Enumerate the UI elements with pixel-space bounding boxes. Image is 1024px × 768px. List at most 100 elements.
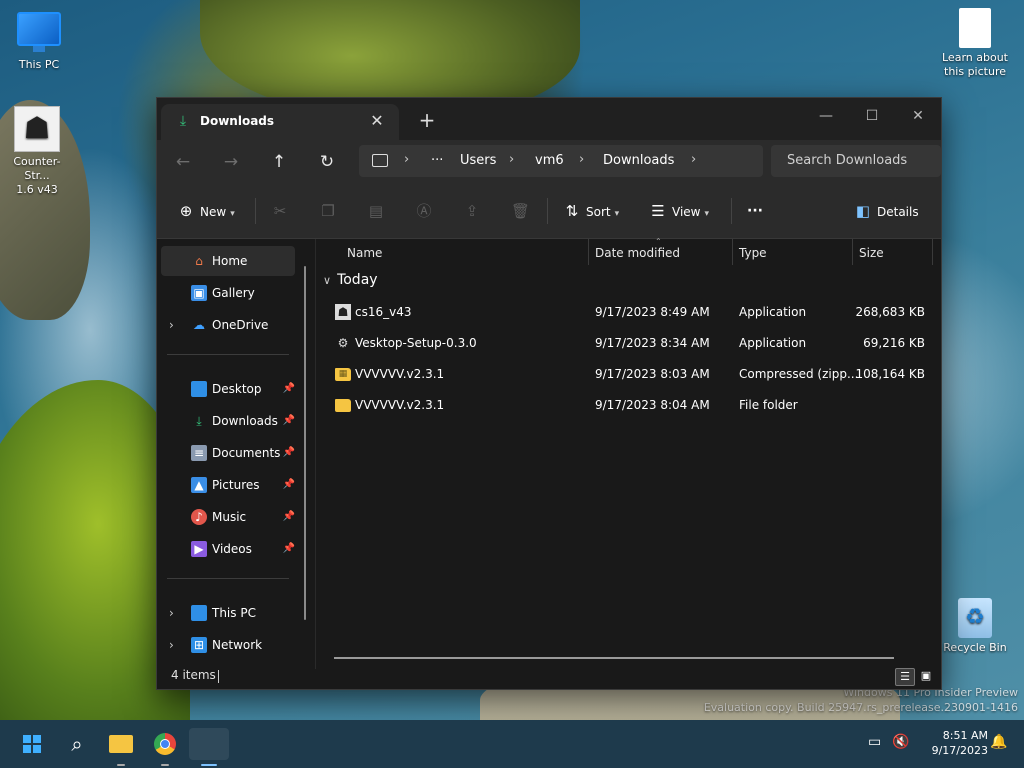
chevron-right-icon[interactable]: › <box>691 152 696 167</box>
sidebar-item-this-pc[interactable]: › This PC <box>161 598 295 628</box>
rename-button[interactable]: Ⓐ <box>415 198 438 224</box>
cut-button[interactable]: ✂ <box>271 198 294 224</box>
chevron-right-icon[interactable]: › <box>404 152 409 167</box>
sidebar-item-label: Home <box>212 254 248 268</box>
chevron-down-icon: ▾ <box>614 209 620 219</box>
desktop-icon-recycle-bin[interactable]: ♻ Recycle Bin <box>940 598 1010 655</box>
column-divider[interactable] <box>932 239 933 265</box>
chrome-taskbar-button[interactable] <box>145 728 185 766</box>
chevron-right-icon[interactable]: › <box>579 152 584 167</box>
pane-divider[interactable] <box>315 239 316 669</box>
file-name: VVVVVV.v2.3.1 <box>355 367 445 381</box>
desktop-folder-icon <box>191 381 207 397</box>
active-indicator <box>201 764 217 766</box>
sort-icon: ⇅ <box>565 202 579 220</box>
title-bar[interactable]: ⤓ Downloads ✕ + — ☐ ✕ <box>157 98 941 140</box>
notifications-icon[interactable]: 🔔 <box>990 734 1007 750</box>
active-app-taskbar-button[interactable] <box>189 728 229 766</box>
file-name: cs16_v43 <box>355 305 412 319</box>
column-divider[interactable] <box>588 239 589 265</box>
start-button[interactable] <box>12 728 52 760</box>
refresh-icon[interactable]: ↻ <box>313 149 341 175</box>
desktop-icon-learn-about-picture[interactable]: Learn about this picture <box>940 8 1010 79</box>
file-row[interactable]: ▦ VVVVVV.v2.3.1 9/17/2023 8:03 AM Compre… <box>327 359 935 389</box>
sidebar-item-home[interactable]: ⌂ Home <box>161 246 295 276</box>
minimize-button[interactable]: — <box>803 104 849 128</box>
more-options-button[interactable]: ··· <box>747 198 763 224</box>
tiles-view-icon[interactable]: ▣ <box>917 668 935 684</box>
sidebar-item-desktop[interactable]: Desktop 📌 <box>161 374 295 404</box>
new-label: New <box>200 205 227 219</box>
address-bar[interactable]: › ··· Users › vm6 › Downloads › <box>359 145 763 177</box>
file-row[interactable]: VVVVVV.v2.3.1 9/17/2023 8:04 AM File fol… <box>327 390 935 420</box>
search-box[interactable]: Search Downloads <box>771 145 941 177</box>
breadcrumb-downloads[interactable]: Downloads <box>603 153 674 168</box>
desktop-icon-this-pc[interactable]: This PC <box>4 12 74 72</box>
breadcrumb-users[interactable]: Users <box>460 153 496 168</box>
file-explorer-taskbar-button[interactable] <box>101 728 141 766</box>
watermark-line: Evaluation copy. Build 25947.rs_prerelea… <box>703 701 1018 714</box>
command-bar: ⊕ New ▾ ✂ ❐ ▤ Ⓐ ⇪ 🗑 ⇅ Sort ▾ ☰ View ▾ ··· ◧ Det… <box>157 184 941 239</box>
column-header-name[interactable]: Name <box>347 239 382 267</box>
sidebar-item-music[interactable]: ♪ Music 📌 <box>161 502 295 532</box>
sidebar-item-gallery[interactable]: ▣ Gallery <box>161 278 295 308</box>
copy-button[interactable]: ❐ <box>319 198 342 224</box>
close-window-button[interactable]: ✕ <box>895 104 941 128</box>
close-tab-icon[interactable]: ✕ <box>367 110 387 132</box>
file-type: Application <box>739 336 807 350</box>
rename-icon: Ⓐ <box>416 202 432 220</box>
chevron-right-icon[interactable]: › <box>169 598 174 628</box>
share-button[interactable]: ⇪ <box>463 198 486 224</box>
group-header-today[interactable]: ∨ Today <box>323 272 378 288</box>
desktop-icon-counter-strike[interactable]: ☗ Counter-Str... 1.6 v43 <box>2 106 72 197</box>
sidebar-item-onedrive[interactable]: › ☁ OneDrive <box>161 310 295 340</box>
pin-icon: 📌 <box>282 479 295 490</box>
horizontal-scrollbar[interactable] <box>334 657 894 659</box>
application-icon: ☗ <box>335 304 351 320</box>
item-count: 4 items <box>171 668 216 682</box>
delete-button[interactable]: 🗑 <box>511 198 534 224</box>
sidebar-item-pictures[interactable]: ▲ Pictures 📌 <box>161 470 295 500</box>
sidebar-item-videos[interactable]: ▶ Videos 📌 <box>161 534 295 564</box>
plus-circle-icon: ⊕ <box>179 202 193 220</box>
clock[interactable]: 8:51 AM 9/17/2023 <box>904 728 988 758</box>
column-header-date-modified[interactable]: Date modified <box>595 239 680 267</box>
column-divider[interactable] <box>732 239 733 265</box>
download-icon: ⤓ <box>196 414 202 428</box>
sidebar-scrollbar[interactable] <box>304 266 306 620</box>
column-divider[interactable] <box>852 239 853 265</box>
monitor-icon <box>17 12 61 52</box>
sort-button[interactable]: ⇅ Sort ▾ <box>563 198 619 224</box>
details-view-icon[interactable]: ☰ <box>895 668 915 686</box>
breadcrumb-vm6[interactable]: vm6 <box>535 153 564 168</box>
chevron-right-icon[interactable]: › <box>169 630 174 660</box>
forward-arrow-icon[interactable]: → <box>217 149 245 175</box>
file-row[interactable]: ⚙ Vesktop-Setup-0.3.0 9/17/2023 8:34 AM … <box>327 328 935 358</box>
windows-logo-icon <box>23 735 41 753</box>
file-row[interactable]: ☗ cs16_v43 9/17/2023 8:49 AM Application… <box>327 297 935 327</box>
column-header-size[interactable]: Size <box>859 239 884 267</box>
sidebar-item-downloads[interactable]: ⤓ Downloads 📌 <box>161 406 295 436</box>
breadcrumb-ellipsis[interactable]: ··· <box>431 153 443 168</box>
up-arrow-icon[interactable]: ↑ <box>265 149 293 175</box>
chevron-right-icon[interactable]: › <box>169 310 174 340</box>
sidebar-item-documents[interactable]: ≡ Documents 📌 <box>161 438 295 468</box>
new-tab-button[interactable]: + <box>415 108 439 132</box>
tab-downloads[interactable]: ⤓ Downloads ✕ <box>161 104 399 140</box>
view-button[interactable]: ☰ View ▾ <box>649 198 709 224</box>
chevron-down-icon: ▾ <box>704 209 710 219</box>
chevron-right-icon[interactable]: › <box>509 152 514 167</box>
desktop-icon-label: This PC <box>18 58 60 71</box>
paste-button[interactable]: ▤ <box>367 198 390 224</box>
sidebar-item-network[interactable]: › ⊞ Network <box>161 630 295 660</box>
maximize-button[interactable]: ☐ <box>849 104 895 128</box>
back-arrow-icon[interactable]: ← <box>169 149 197 175</box>
details-button[interactable]: ◧ Details <box>854 198 919 224</box>
divider <box>731 198 732 224</box>
column-header-type[interactable]: Type <box>739 239 767 267</box>
search-icon[interactable]: ⌕ <box>57 728 97 760</box>
videos-icon: ▶ <box>191 541 207 557</box>
network-status-icon[interactable]: ▭ <box>868 734 881 750</box>
new-button[interactable]: ⊕ New ▾ <box>177 198 235 224</box>
clock-time: 8:51 AM <box>942 729 988 742</box>
